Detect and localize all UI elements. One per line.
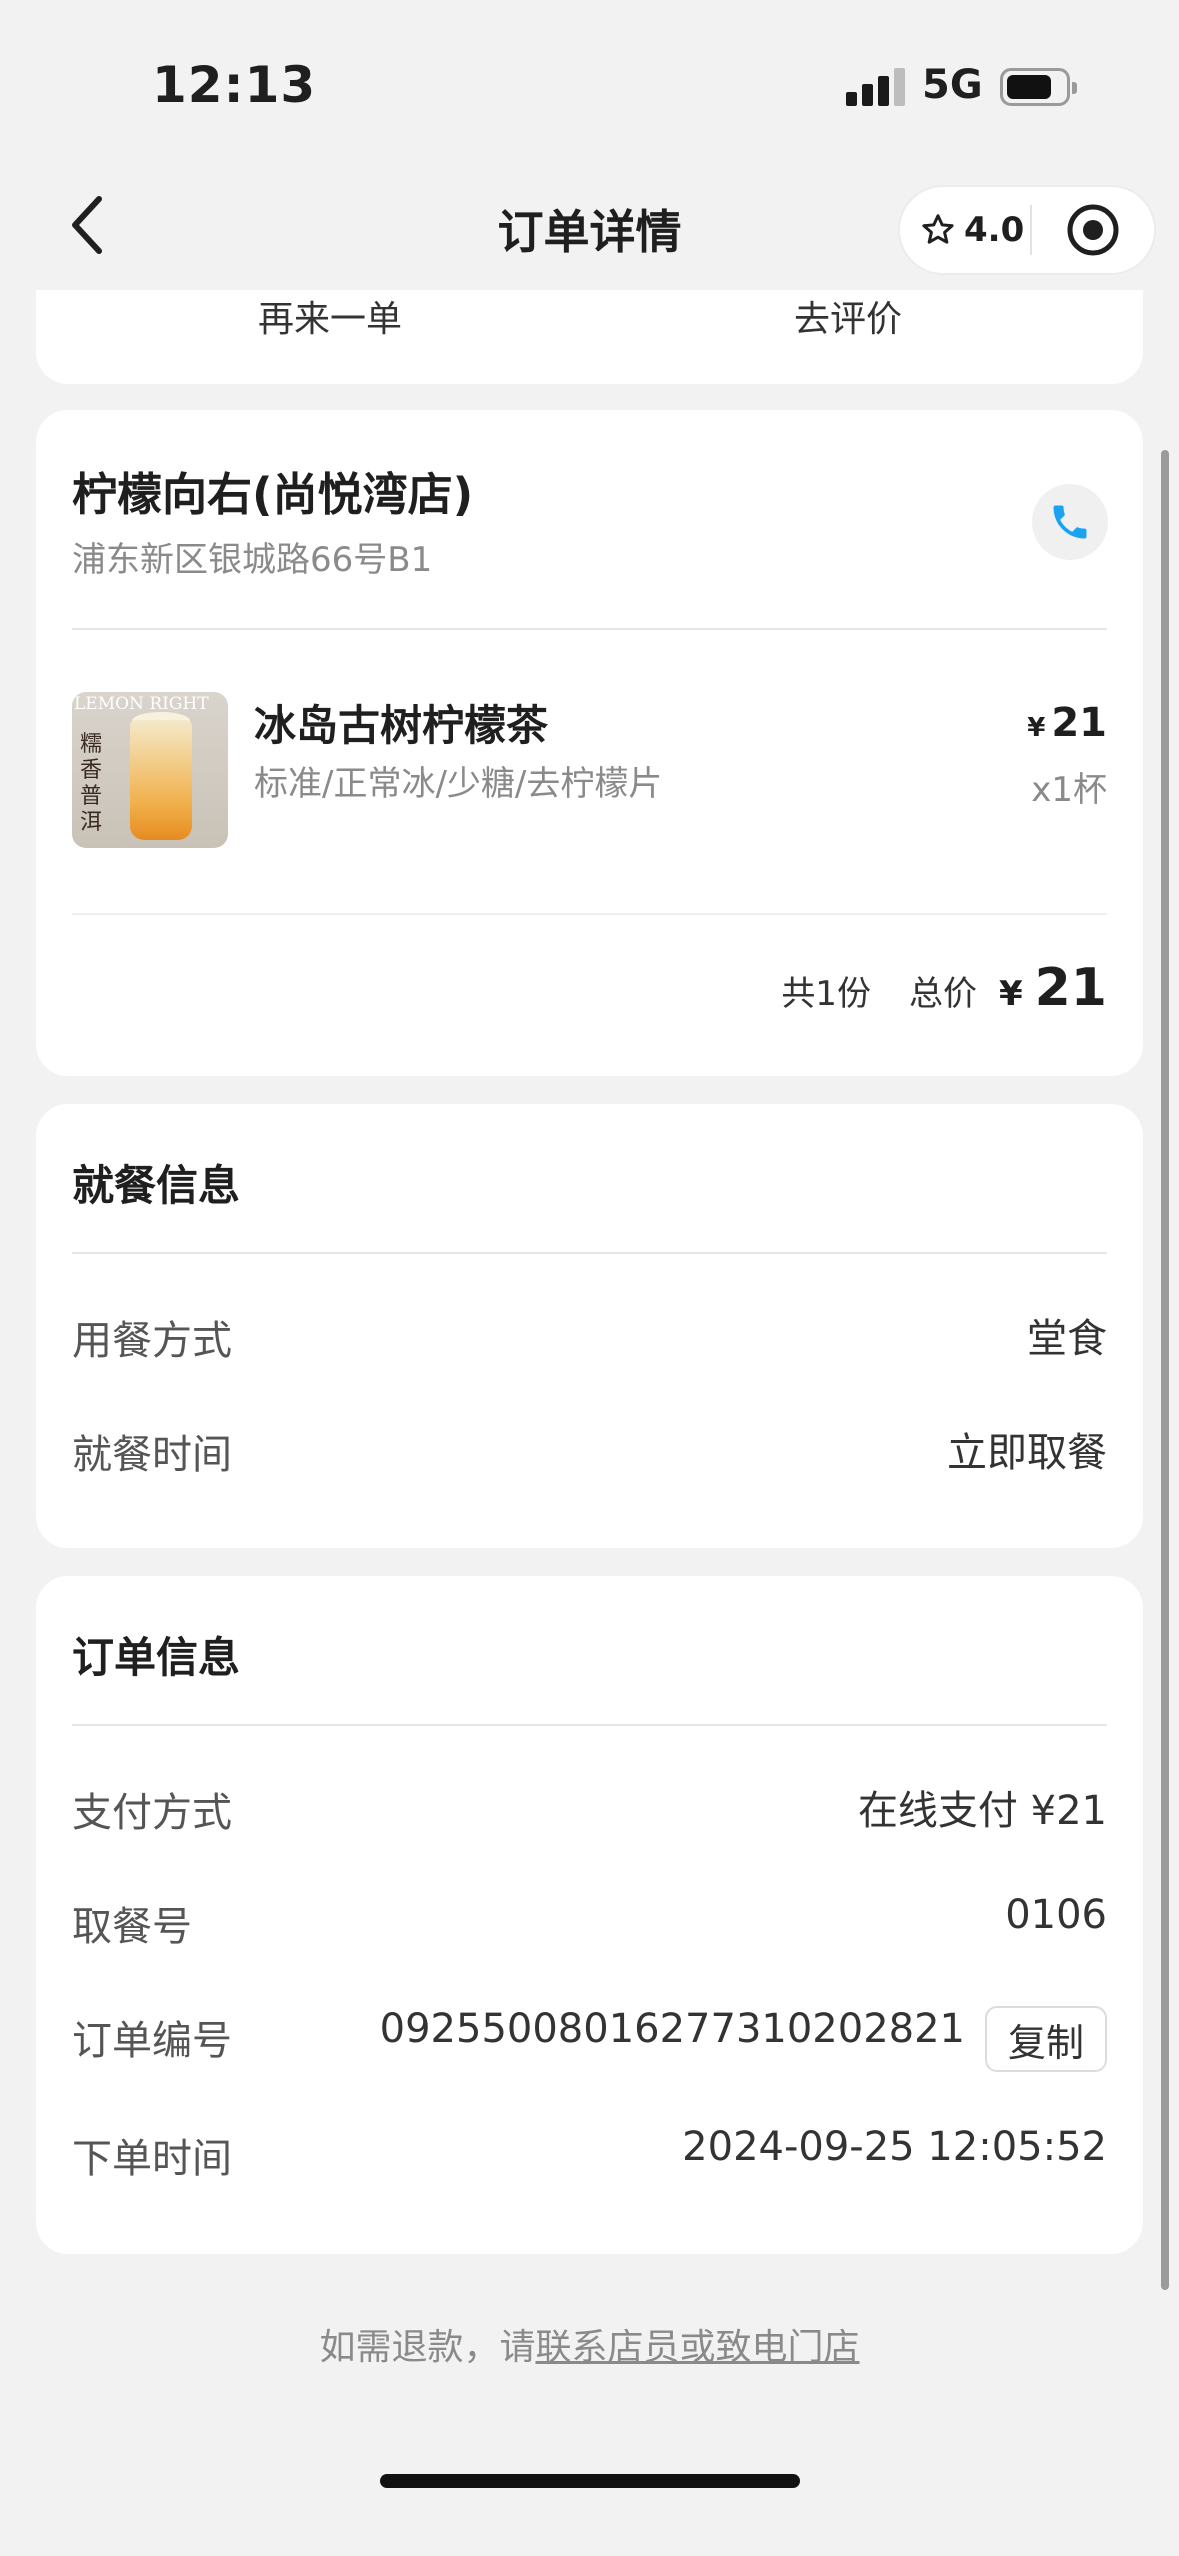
total-label: 总价 (908, 974, 977, 1014)
pickup-number-label: 取餐号 (72, 1904, 192, 1950)
dining-info-card: 就餐信息 用餐方式 堂食 就餐时间 立即取餐 (36, 1104, 1143, 1548)
order-info-title: 订单信息 (72, 1633, 241, 1682)
mini-program-capsule: 4.0 (898, 185, 1156, 275)
rating-value: 4.0 (964, 210, 1025, 250)
dining-method-value: 堂食 (1027, 1316, 1107, 1362)
dining-time-value: 立即取餐 (947, 1430, 1107, 1476)
item-price: ¥21 (1027, 700, 1107, 746)
payment-method-value: 在线支付 ¥21 (857, 1788, 1107, 1834)
phone-icon (1053, 505, 1087, 539)
network-label: 5G (922, 62, 983, 108)
divider (72, 913, 1107, 915)
close-program-button[interactable] (1032, 203, 1154, 257)
order-time-value: 2024-09-25 12:05:52 (682, 2124, 1107, 2170)
divider (72, 628, 1107, 630)
dining-info-title: 就餐信息 (72, 1161, 241, 1210)
scrollbar[interactable] (1161, 450, 1169, 2290)
item-quantity: x1杯 (1031, 770, 1107, 810)
total-value: ¥21 (998, 958, 1107, 1018)
rating-button[interactable]: 4.0 (900, 210, 1030, 250)
pickup-number-value: 0106 (1005, 1892, 1107, 1938)
product-image-brand: LEMON RIGHT (74, 694, 209, 714)
copy-order-number-button[interactable]: 复制 (985, 2006, 1107, 2072)
store-address: 浦东新区银城路66号B1 (72, 540, 433, 580)
home-indicator (380, 2474, 800, 2488)
dining-method-label: 用餐方式 (72, 1318, 232, 1364)
reorder-button[interactable]: 再来一单 (258, 290, 402, 342)
divider (72, 1252, 1107, 1254)
item-name: 冰岛古树柠檬茶 (254, 701, 549, 750)
order-actions-card: 再来一单 去评价 (36, 290, 1143, 384)
order-number-value: 09255008016277310202821 (379, 2006, 965, 2052)
payment-method-label: 支付方式 (72, 1790, 232, 1836)
status-time: 12:13 (152, 56, 317, 114)
battery-icon (1000, 68, 1077, 106)
contact-store-link[interactable]: 联系店员或致电门店 (536, 2327, 860, 2368)
review-button[interactable]: 去评价 (794, 290, 902, 342)
order-number-label: 订单编号 (72, 2018, 232, 2064)
order-info-card: 订单信息 支付方式 在线支付 ¥21 取餐号 0106 订单编号 0925500… (36, 1576, 1143, 2254)
store-card: 柠檬向右(尚悦湾店) 浦东新区银城路66号B1 LEMON RIGHT 糯香普洱… (36, 410, 1143, 1076)
refund-note-text: 如需退款，请 (319, 2327, 536, 2368)
call-store-button[interactable] (1032, 484, 1108, 560)
signal-icon (846, 66, 905, 106)
item-spec: 标准/正常冰/少糖/去柠檬片 (254, 764, 663, 804)
divider (72, 1724, 1107, 1726)
star-icon (922, 214, 954, 244)
dining-time-label: 就餐时间 (72, 1432, 232, 1478)
product-image-text: 糯香普洱 (80, 732, 103, 835)
order-total: 共1份 总价 ¥21 (781, 958, 1107, 1018)
order-time-label: 下单时间 (72, 2136, 232, 2182)
refund-note: 如需退款，请联系店员或致电门店 (0, 2318, 1179, 2370)
product-image: LEMON RIGHT 糯香普洱 (72, 692, 228, 848)
store-name: 柠檬向右(尚悦湾店) (72, 468, 474, 521)
target-icon (1067, 204, 1119, 256)
total-count: 共1份 (781, 974, 871, 1014)
